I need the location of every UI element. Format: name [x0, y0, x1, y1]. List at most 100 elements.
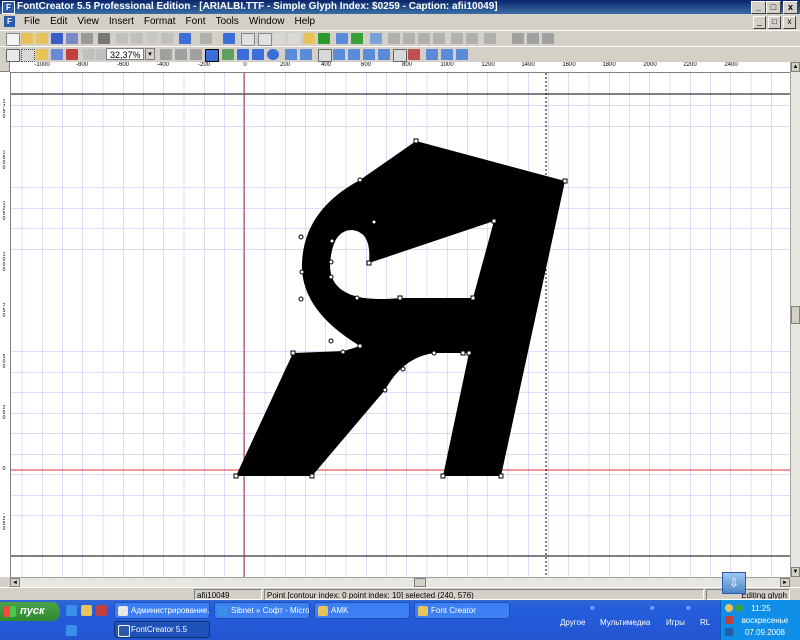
combine-icon[interactable] [456, 49, 468, 60]
toolbar-multimedia[interactable]: Мультимедиа [600, 617, 650, 629]
refresh-icon[interactable] [223, 33, 235, 44]
install-font-icon[interactable] [351, 33, 363, 44]
kerning-icon[interactable] [433, 33, 445, 44]
open-folder-icon[interactable] [21, 33, 33, 44]
toggle-point-icon[interactable] [190, 49, 202, 60]
metrics-lines-icon[interactable] [363, 49, 375, 60]
options-icon[interactable] [527, 33, 539, 44]
save-icon[interactable] [51, 33, 63, 44]
horizontal-scroll-thumb[interactable] [414, 578, 426, 587]
task-fontcreator-app[interactable]: FontCreator 5.5 [114, 621, 210, 638]
copy-icon[interactable] [131, 33, 143, 44]
open-recent-icon[interactable] [36, 33, 48, 44]
paste-icon[interactable] [146, 33, 158, 44]
new-icon[interactable] [6, 33, 20, 46]
task-administration[interactable]: Администрирование... [114, 602, 210, 619]
minimize-button[interactable]: _ [751, 1, 766, 14]
menu-file[interactable]: File [19, 14, 45, 30]
ellipse-icon[interactable] [267, 49, 279, 60]
menu-view[interactable]: View [72, 14, 104, 30]
delete-icon[interactable] [161, 33, 173, 44]
menu-format[interactable]: Format [139, 14, 181, 30]
chevron-icon[interactable]: » [590, 602, 594, 614]
contour-direction-icon[interactable] [205, 49, 219, 62]
metrics-icon[interactable] [418, 33, 430, 44]
hinting-icon[interactable] [466, 33, 478, 44]
rectangle-icon[interactable] [252, 49, 264, 60]
ie-quicklaunch-icon[interactable] [66, 605, 77, 616]
save-all-icon[interactable] [66, 33, 78, 44]
redo-icon[interactable] [200, 33, 212, 44]
undo-icon[interactable] [179, 33, 191, 44]
scroll-up-button[interactable]: ▲ [791, 62, 800, 72]
marquee-tool-icon[interactable] [21, 49, 35, 62]
menu-help[interactable]: Help [290, 14, 321, 30]
show-points-icon[interactable] [285, 49, 297, 60]
doc-minimize-button[interactable]: _ [753, 16, 766, 29]
guidelines-icon[interactable] [333, 49, 345, 60]
media-quicklaunch-icon[interactable] [96, 605, 107, 616]
line-icon[interactable] [237, 49, 249, 60]
arrows-icon[interactable] [403, 33, 415, 44]
toolbar-drugoe[interactable]: Другое [560, 617, 585, 629]
outline-icon[interactable] [378, 49, 390, 60]
cut-icon[interactable] [116, 33, 128, 44]
overview-icon[interactable] [370, 33, 382, 44]
task-font-creator-folder[interactable]: Font Creator [414, 602, 510, 619]
image-icon[interactable] [222, 49, 234, 60]
horizontal-scrollbar[interactable]: ◄ ► [10, 577, 790, 587]
align-icon[interactable] [426, 49, 438, 60]
mirror-icon[interactable] [408, 49, 420, 60]
menu-insert[interactable]: Insert [104, 14, 139, 30]
show-fill-icon[interactable] [300, 49, 312, 60]
clock-time[interactable]: 11:25 [721, 604, 800, 614]
scroll-right-button[interactable]: ► [780, 578, 790, 587]
doc-restore-button[interactable]: □ [768, 16, 781, 29]
toolbar-games[interactable]: Игры [666, 617, 685, 629]
close-button[interactable]: x [783, 1, 798, 14]
menu-font[interactable]: Font [181, 14, 211, 30]
distribute-icon[interactable] [441, 49, 453, 60]
snap-icon[interactable] [348, 49, 360, 60]
scroll-down-button[interactable]: ▼ [791, 567, 800, 577]
text-icon[interactable] [393, 49, 407, 62]
glyph-properties-icon[interactable] [288, 33, 300, 44]
menu-window[interactable]: Window [244, 14, 290, 30]
hand-tool-icon[interactable] [36, 49, 48, 60]
task-amk-folder[interactable]: AMK [314, 602, 410, 619]
test-font-icon[interactable] [336, 33, 348, 44]
document-icon[interactable]: F [4, 16, 15, 27]
menu-edit[interactable]: Edit [45, 14, 72, 30]
scroll-left-button[interactable]: ◄ [10, 578, 20, 587]
doc-close-button[interactable]: x [783, 16, 796, 29]
add-point-icon[interactable] [160, 49, 172, 60]
desktop-quicklaunch-icon[interactable] [66, 625, 77, 636]
zoom-in-icon[interactable] [83, 49, 95, 60]
vertical-scrollbar[interactable]: ▲ ▼ [790, 62, 800, 577]
transform-icon[interactable] [388, 33, 400, 44]
glyph-edit-canvas[interactable] [11, 73, 790, 577]
measure-tool-icon[interactable] [66, 49, 78, 60]
glyph-list-icon[interactable] [273, 33, 285, 44]
language-indicator[interactable]: RL [700, 617, 710, 629]
pen-tool-icon[interactable] [51, 49, 63, 60]
script-icon[interactable] [484, 33, 496, 44]
vertical-scroll-thumb[interactable] [791, 306, 800, 324]
select-tool-icon[interactable] [6, 49, 20, 62]
help-icon[interactable] [542, 33, 554, 44]
start-button[interactable]: пуск [0, 602, 60, 621]
properties-icon[interactable] [81, 33, 93, 44]
validate-icon[interactable] [318, 33, 330, 44]
glyph-new-icon[interactable] [241, 33, 255, 46]
chevron-icon[interactable]: » [650, 602, 654, 614]
glyph-import-icon[interactable] [258, 33, 272, 46]
glyph-drawing[interactable] [11, 73, 790, 577]
mapping-icon[interactable] [451, 33, 463, 44]
maximize-button[interactable]: □ [766, 1, 781, 14]
format-icon[interactable] [303, 33, 315, 44]
menu-tools[interactable]: Tools [211, 14, 244, 30]
delete-point-icon[interactable] [175, 49, 187, 60]
task-sibnet-browser[interactable]: Sibnet » Софт - Micro... [214, 602, 310, 619]
print-icon[interactable] [98, 33, 110, 44]
zoom-input[interactable]: 32,37% [106, 48, 144, 60]
